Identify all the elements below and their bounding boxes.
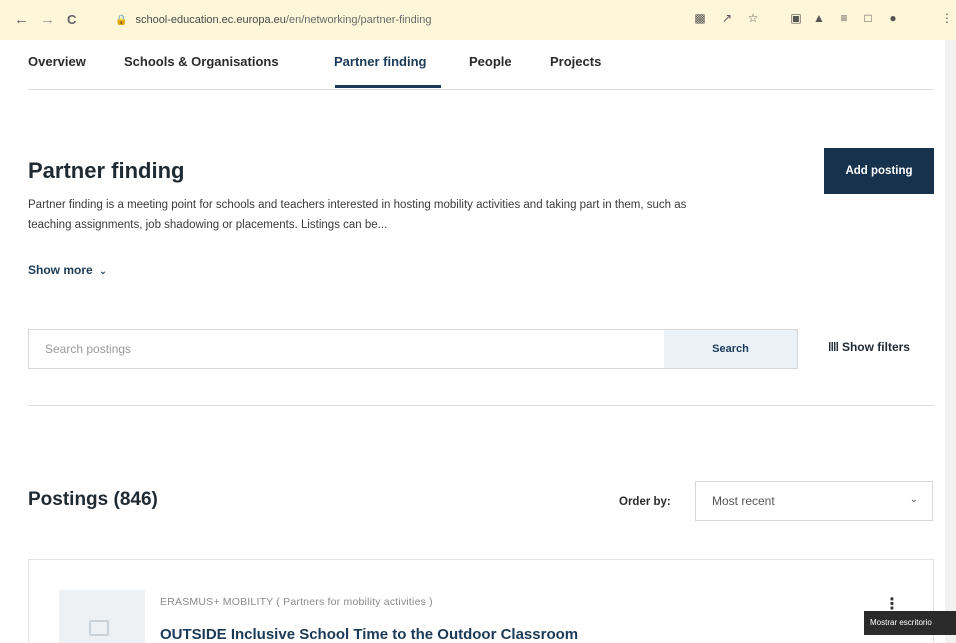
chevron-down-icon: ⌄	[909, 494, 918, 505]
section-tabs: Overview Schools & Organisations Partner…	[28, 40, 934, 90]
puzzle-icon[interactable]: ▲	[812, 11, 826, 25]
posting-card[interactable]: ERASMUS+ MOBILITY ( Partners for mobilit…	[28, 559, 934, 643]
order-by-value: Most recent	[712, 494, 775, 508]
search-button[interactable]: Search	[664, 330, 797, 368]
order-by-label: Order by:	[619, 496, 671, 508]
forward-icon[interactable]: →	[40, 10, 55, 30]
section-divider	[28, 405, 934, 406]
order-by-select[interactable]: Most recent ⌄	[695, 481, 933, 521]
scrollbar[interactable]	[945, 40, 956, 643]
search-input[interactable]	[29, 330, 664, 368]
show-more-label: Show more	[28, 263, 93, 277]
tab-projects[interactable]: Projects	[550, 54, 601, 69]
posting-thumbnail	[59, 590, 145, 643]
address-bar[interactable]: 🔒 school-education.ec.europa.eu/en/networ…	[115, 9, 675, 31]
show-more-toggle[interactable]: Show more ⌄	[28, 263, 107, 277]
sidebar-icon[interactable]: □	[861, 11, 875, 25]
active-tab-indicator	[335, 85, 441, 88]
page-title: Partner finding	[28, 158, 185, 183]
star-icon[interactable]: ☆	[746, 11, 760, 25]
show-filters-label: Show filters	[841, 340, 910, 354]
tab-overview[interactable]: Overview	[28, 54, 86, 69]
image-placeholder-icon	[89, 620, 109, 636]
posting-title[interactable]: OUTSIDE Inclusive School Time to the Out…	[160, 626, 578, 643]
tab-partner-finding[interactable]: Partner finding	[334, 54, 426, 69]
profile-icon[interactable]: ●	[886, 11, 900, 25]
tooltip: Mostrar escritorio	[864, 611, 956, 635]
show-filters-button[interactable]: ‖‖ Show filters	[828, 340, 910, 354]
posting-category: ERASMUS+ MOBILITY ( Partners for mobilit…	[160, 596, 433, 608]
kebab-menu-icon[interactable]: ⋮	[940, 11, 954, 25]
translate-icon[interactable]: ▩	[693, 11, 707, 25]
reading-list-icon[interactable]: ≡	[837, 11, 851, 25]
lock-icon: 🔒	[115, 15, 128, 26]
search-box: Search	[28, 329, 798, 369]
postings-heading: Postings (846)	[28, 489, 158, 510]
url-host: school-education.ec.europa.eu	[135, 14, 286, 26]
share-icon[interactable]: ↗	[720, 11, 734, 25]
page-description: Partner finding is a meeting point for s…	[28, 199, 687, 231]
add-posting-button[interactable]: Add posting	[824, 148, 934, 194]
chevron-down-icon: ⌄	[98, 266, 108, 277]
main-content: Overview Schools & Organisations Partner…	[0, 40, 945, 643]
tab-people[interactable]: People	[469, 54, 512, 69]
tab-schools-organisations[interactable]: Schools & Organisations	[124, 54, 279, 69]
browser-toolbar: ← → C 🔒 school-education.ec.europa.eu/en/…	[0, 0, 956, 40]
url-path: /en/networking/partner-finding	[285, 14, 432, 26]
back-icon[interactable]: ←	[14, 10, 29, 30]
reload-icon[interactable]: C	[67, 10, 76, 30]
extension-icon[interactable]: ▣	[789, 11, 803, 25]
filter-icon: ‖‖	[828, 340, 839, 354]
